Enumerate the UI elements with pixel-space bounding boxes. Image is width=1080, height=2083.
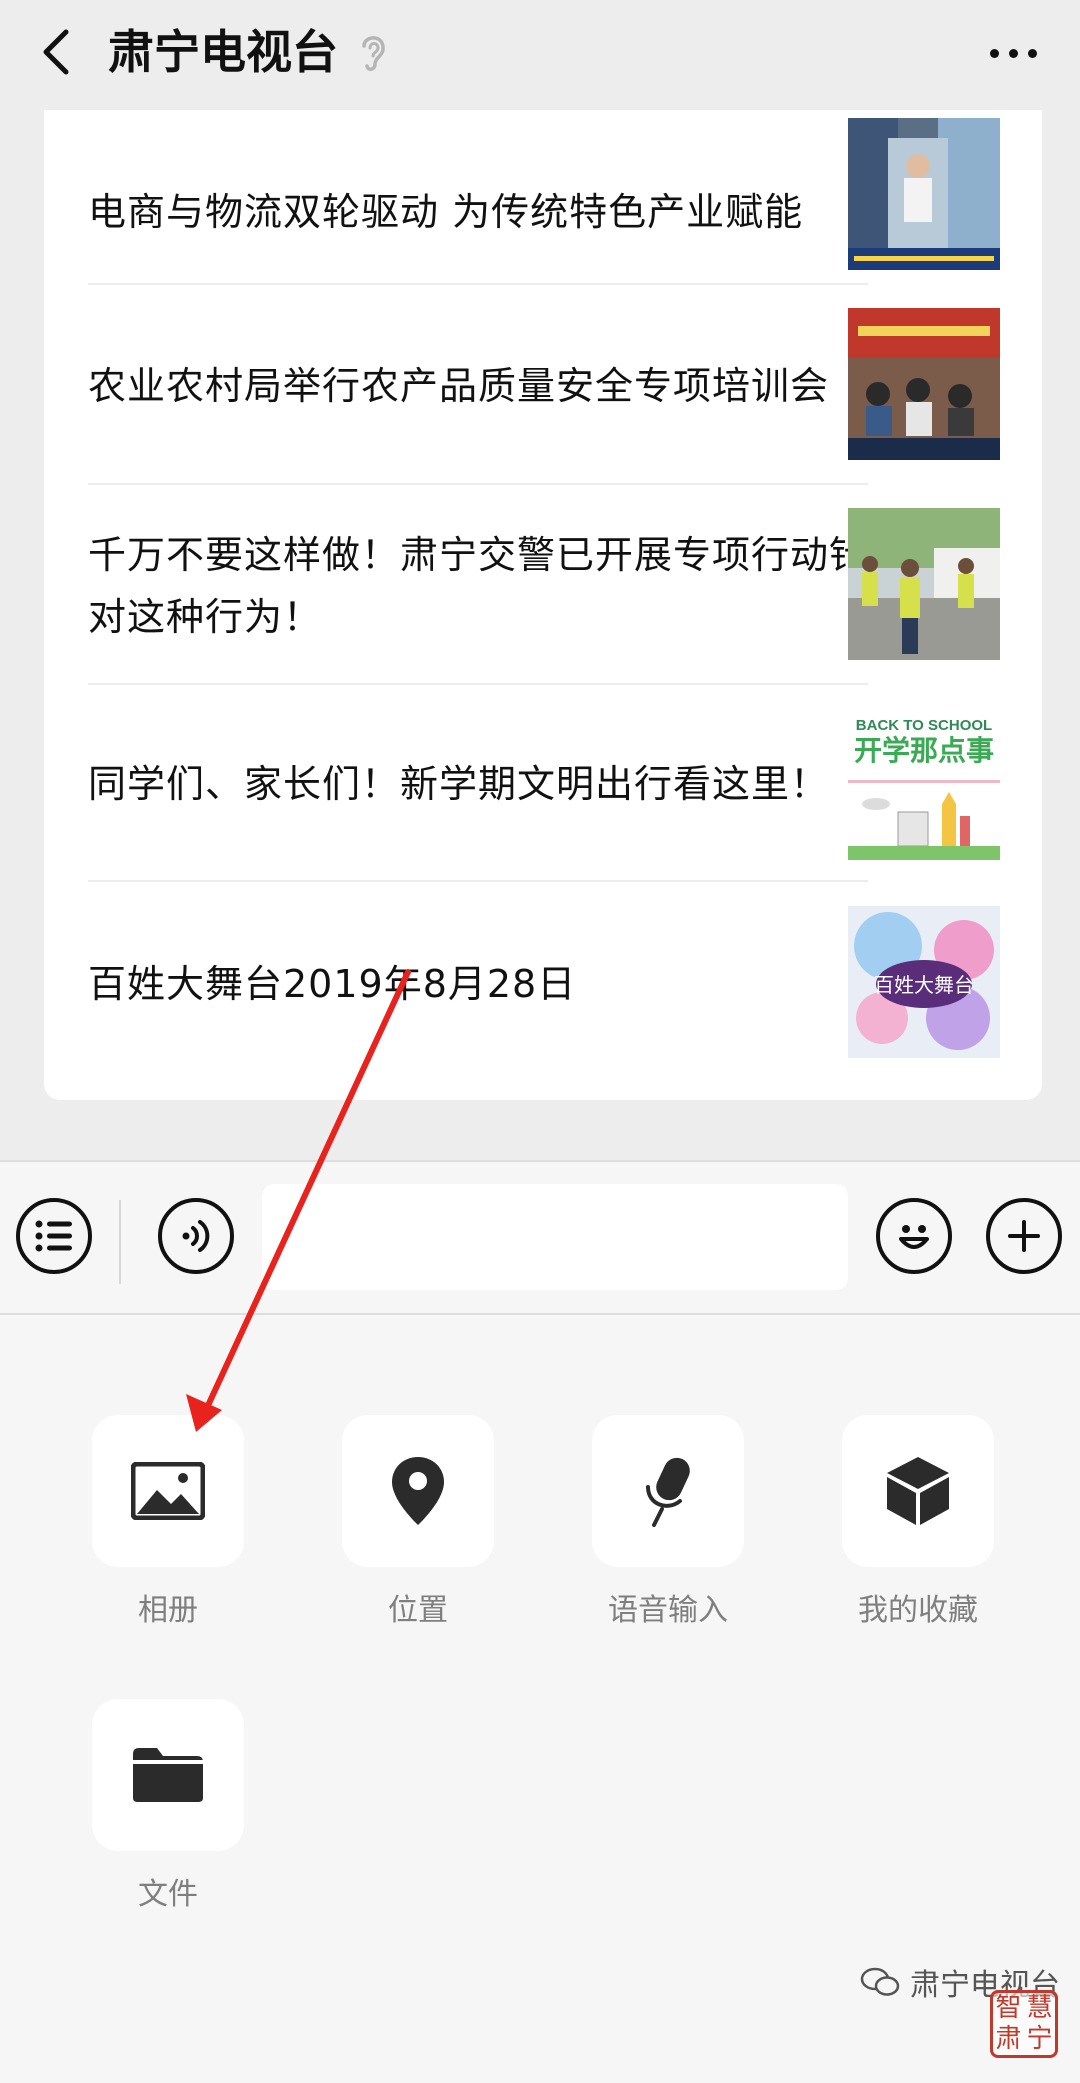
divider	[88, 683, 868, 685]
divider	[88, 880, 868, 882]
article-item[interactable]: 百姓大舞台2019年8月28日	[88, 884, 868, 1084]
thumb-caption: 百姓大舞台	[874, 973, 974, 997]
article-title: 同学们、家长们！新学期文明出行看这里！	[88, 762, 830, 806]
tool-label: 语音输入	[608, 1593, 728, 1628]
screen: 肃宁电视台 电商与物流双轮驱动 为传统特色产业赋能 农业农村局举行农产品质量安全…	[0, 0, 1080, 2083]
image-icon	[131, 1462, 205, 1520]
dot	[989, 48, 999, 58]
list-icon	[35, 1220, 72, 1252]
menu-toggle-button[interactable]	[16, 1198, 92, 1274]
article-item[interactable]: 千万不要这样做！肃宁交警已开展专项行动针对这种行为！	[88, 486, 868, 686]
voice-icon	[182, 1220, 210, 1252]
ecommerce-photo	[848, 118, 1000, 270]
plus-icon	[1008, 1220, 1040, 1252]
tool-voice-input[interactable]: 语音输入	[592, 1415, 744, 1629]
article-card: 电商与物流双轮驱动 为传统特色产业赋能 农业农村局举行农产品质量安全专项培训会	[44, 110, 1042, 1100]
tool-location[interactable]: 位置	[342, 1415, 494, 1629]
article-item[interactable]: 同学们、家长们！新学期文明出行看这里！	[88, 686, 868, 882]
dot	[1008, 48, 1018, 58]
article-thumbnail[interactable]: BACK TO SCHOOL 开学那点事	[848, 708, 1000, 860]
tool-label: 相册	[138, 1593, 198, 1628]
seal-char: 慧	[1026, 1993, 1053, 2023]
location-pin-icon	[392, 1457, 444, 1525]
tool-file[interactable]: 文件	[92, 1699, 244, 1913]
seal-char: 肃	[995, 2024, 1022, 2054]
article-title: 电商与物流双轮驱动 为传统特色产业赋能	[88, 190, 804, 234]
wechat-icon	[860, 1967, 900, 1996]
article-thumbnail[interactable]: 百姓大舞台	[848, 906, 1000, 1058]
ear-icon	[362, 36, 385, 71]
plus-button[interactable]	[986, 1198, 1062, 1274]
input-bar	[0, 1160, 1080, 1315]
tool-tile[interactable]	[92, 1699, 244, 1851]
back-to-school-graphic: BACK TO SCHOOL 开学那点事	[848, 708, 1000, 860]
article-item[interactable]: 电商与物流双轮驱动 为传统特色产业赋能	[88, 124, 868, 300]
tool-tile[interactable]	[92, 1415, 244, 1567]
tool-label: 文件	[138, 1877, 198, 1912]
seal-char: 宁	[1026, 2024, 1053, 2054]
tool-tile[interactable]	[342, 1415, 494, 1567]
back-button[interactable]	[30, 22, 80, 82]
tool-label: 我的收藏	[858, 1593, 978, 1628]
traffic-police-photo	[848, 508, 1000, 660]
seal-stamp: 智 慧 肃 宁	[990, 1990, 1058, 2058]
separator	[119, 1200, 121, 1284]
page-title: 肃宁电视台	[108, 25, 338, 79]
article-item[interactable]: 农业农村局举行农产品质量安全专项培训会	[88, 286, 868, 486]
microphone-icon	[646, 1457, 690, 1527]
thumb-caption: BACK TO SCHOOL	[856, 717, 992, 734]
article-thumbnail[interactable]	[848, 308, 1000, 460]
tool-album[interactable]: 相册	[92, 1415, 244, 1629]
folder-icon	[133, 1748, 203, 1802]
smiley-icon	[899, 1225, 929, 1249]
meeting-photo	[848, 308, 1000, 460]
article-title: 千万不要这样做！肃宁交警已开展专项行动针对这种行为！	[88, 533, 869, 639]
article-thumbnail[interactable]	[848, 508, 1000, 660]
article-title: 农业农村局举行农产品质量安全专项培训会	[88, 364, 830, 408]
cube-icon	[887, 1457, 949, 1525]
voice-button[interactable]	[158, 1198, 234, 1274]
tool-tile[interactable]	[592, 1415, 744, 1567]
more-button[interactable]	[978, 28, 1048, 78]
divider	[88, 283, 868, 285]
divider	[88, 483, 868, 485]
article-title: 百姓大舞台2019年8月28日	[88, 962, 577, 1006]
stage-graphic: 百姓大舞台	[848, 906, 1000, 1058]
message-input[interactable]	[262, 1184, 848, 1290]
top-bar: 肃宁电视台	[0, 0, 1080, 110]
thumb-caption: 开学那点事	[854, 734, 994, 767]
tool-favorites[interactable]: 我的收藏	[842, 1415, 994, 1629]
emoji-button[interactable]	[876, 1198, 952, 1274]
dot	[1027, 48, 1037, 58]
seal-char: 智	[995, 1993, 1022, 2023]
article-thumbnail[interactable]	[848, 118, 1000, 270]
tool-label: 位置	[388, 1593, 448, 1628]
chevron-left-icon	[43, 29, 69, 75]
tool-tile[interactable]	[842, 1415, 994, 1567]
chat-background	[0, 1100, 1080, 1160]
